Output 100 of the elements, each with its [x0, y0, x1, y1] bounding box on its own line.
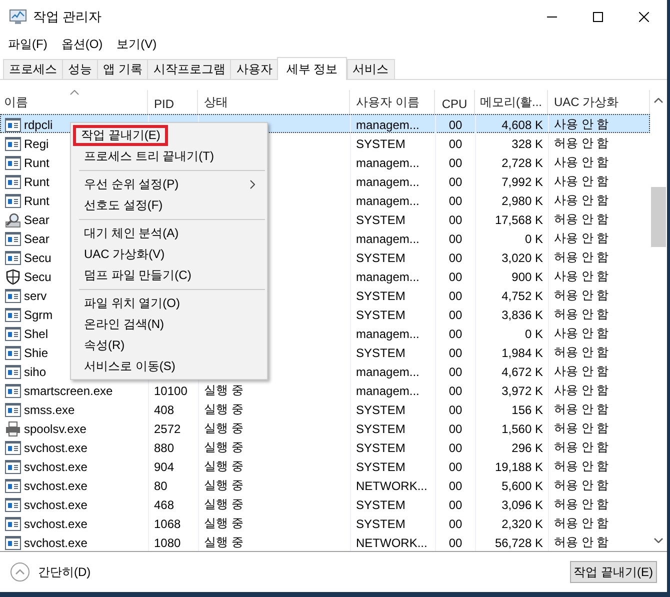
- table-cell: managem...: [356, 364, 420, 378]
- window-icon: [5, 402, 21, 416]
- table-cell: SYSTEM: [356, 136, 406, 150]
- table-row[interactable]: svchost.exe 1080 실행 중 NETWORK... 00 56,728 K 허용 안 함: [0, 532, 650, 551]
- table-cell: SYSTEM: [356, 498, 406, 512]
- table-cell: 4,608 K: [502, 118, 543, 132]
- printer-icon: [5, 420, 21, 436]
- table-cell: 00: [448, 308, 462, 322]
- shield-icon: [5, 268, 21, 284]
- table-cell: 허용 안 함: [554, 439, 609, 456]
- table-cell: 허용 안 함: [554, 306, 609, 323]
- table-cell: 00: [448, 250, 462, 264]
- table-cell: 0 K: [524, 326, 543, 340]
- tab[interactable]: 서비스: [346, 59, 395, 79]
- scroll-thumb[interactable]: [651, 187, 666, 247]
- table-cell: 3,972 K: [502, 384, 543, 398]
- table-cell: 00: [448, 364, 462, 378]
- window-icon: [5, 364, 21, 378]
- window-icon: [5, 536, 21, 550]
- table-cell: 900 K: [512, 270, 543, 284]
- table-cell: SYSTEM: [356, 516, 406, 530]
- table-cell: NETWORK...: [356, 536, 428, 550]
- window-icon: [5, 326, 21, 340]
- table-cell: 00: [448, 288, 462, 302]
- table-cell: siho: [24, 364, 46, 378]
- tab[interactable]: 사용자: [230, 59, 278, 79]
- table-cell: 1,984 K: [502, 346, 543, 360]
- window-icon: [5, 250, 21, 264]
- table-cell: 허용 안 함: [554, 420, 609, 437]
- window-icon: [5, 136, 21, 150]
- table-cell: Sear: [24, 212, 50, 226]
- table-cell: 1080: [154, 536, 181, 550]
- table-cell: 2,728 K: [502, 156, 543, 170]
- table-cell: managem...: [356, 194, 420, 208]
- table-cell: 00: [448, 478, 462, 492]
- task-manager-icon: [9, 9, 27, 25]
- table-cell: spoolsv.exe: [24, 422, 86, 436]
- table-cell: managem...: [356, 326, 420, 340]
- menu-item[interactable]: 보기(V): [116, 36, 157, 52]
- table-cell: 1,560 K: [502, 422, 543, 436]
- window-icon: [5, 516, 21, 530]
- table-cell: 00: [448, 384, 462, 398]
- table-cell: Shel: [24, 326, 48, 340]
- table-cell: 5,600 K: [502, 478, 543, 492]
- table-cell: 328 K: [512, 136, 543, 150]
- tab[interactable]: 앱 기록: [97, 59, 148, 79]
- tab[interactable]: 시작프로그램: [147, 59, 230, 79]
- table-cell: svchost.exe: [24, 440, 88, 454]
- table-cell: svchost.exe: [24, 498, 88, 512]
- table-cell: 실행 중: [204, 401, 244, 418]
- window-icon: [5, 288, 21, 302]
- window-icon: [5, 384, 21, 398]
- table-cell: 허용 안 함: [554, 401, 609, 418]
- table-cell: 사용 안 함: [554, 192, 609, 209]
- table-cell: managem...: [356, 270, 420, 284]
- close-icon: [639, 12, 649, 22]
- table-cell: 00: [448, 536, 462, 550]
- table-cell: 2,980 K: [502, 194, 543, 208]
- scroll-down-icon[interactable]: [654, 538, 663, 543]
- scroll-up-icon[interactable]: [654, 98, 663, 103]
- table-cell: 허용 안 함: [554, 496, 609, 513]
- menu-item[interactable]: 덤프 파일 만들기(C): [73, 265, 265, 286]
- table-cell: 허용 안 함: [554, 344, 609, 361]
- menu-item[interactable]: 옵션(O): [61, 36, 103, 52]
- table-cell: 4,752 K: [502, 288, 543, 302]
- table-cell: 3,836 K: [502, 308, 543, 322]
- table-cell: 실행 중: [204, 534, 244, 551]
- table-cell: serv: [24, 288, 47, 302]
- table-cell: 56,728 K: [494, 536, 543, 550]
- table-cell: 00: [448, 346, 462, 360]
- table-cell: 00: [448, 460, 462, 474]
- tab[interactable]: 세부 정보: [277, 57, 347, 80]
- maximize-icon: [593, 12, 603, 22]
- table-cell: 사용 안 함: [554, 268, 609, 285]
- table-cell: Secu: [24, 250, 52, 264]
- end-task-button[interactable]: 작업 끝내기(E): [570, 561, 657, 583]
- table-cell: Sgrm: [24, 308, 53, 322]
- table-cell: 사용 안 함: [554, 325, 609, 342]
- table-cell: Sear: [24, 232, 50, 246]
- window-icon: [5, 440, 21, 454]
- menu-item[interactable]: 파일(F): [8, 36, 48, 52]
- table-cell: 실행 중: [204, 439, 244, 456]
- menu-item[interactable]: UAC 가상화(V): [73, 244, 265, 265]
- table-cell: 19,188 K: [494, 460, 543, 474]
- table-cell: 실행 중: [204, 458, 244, 475]
- table-cell: 468: [154, 498, 174, 512]
- table-cell: 허용 안 함: [554, 135, 609, 152]
- table-cell: 00: [448, 136, 462, 150]
- window-icon: [5, 478, 21, 492]
- collapse-link[interactable]: 간단히(D): [10, 562, 91, 582]
- table-cell: Regi: [24, 136, 49, 150]
- table-cell: 사용 안 함: [554, 116, 609, 133]
- table-cell: 허용 안 함: [554, 211, 609, 228]
- table-cell: 00: [448, 194, 462, 208]
- tab[interactable]: 성능: [62, 59, 97, 79]
- tab[interactable]: 프로세스: [3, 59, 62, 79]
- table-cell: 00: [448, 402, 462, 416]
- table-cell: SYSTEM: [356, 460, 406, 474]
- table-cell: rdpcli: [24, 118, 53, 132]
- table-cell: SYSTEM: [356, 402, 406, 416]
